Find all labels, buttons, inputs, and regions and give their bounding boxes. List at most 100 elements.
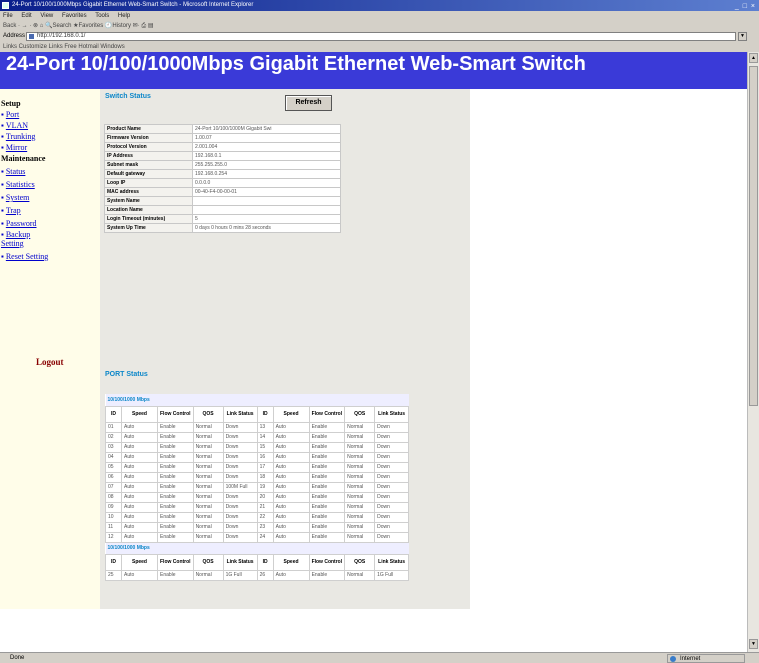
port-cell: 13	[256, 421, 274, 433]
port-cell: 11	[105, 521, 122, 533]
info-key: Default gateway	[104, 169, 193, 179]
info-row: MAC address 00-40-F4-00-00-01	[104, 187, 341, 197]
port-header-cell: Speed	[272, 405, 310, 423]
scrollbar-thumb[interactable]	[749, 66, 758, 406]
port-cell: Normal	[344, 471, 376, 483]
sidebar-item-backup-setting[interactable]: ▪ Backup Setting	[0, 230, 40, 248]
info-key: System Up Time	[104, 223, 193, 233]
menu-favorites[interactable]: Favorites	[62, 13, 87, 19]
address-dropdown-icon[interactable]: ▼	[738, 32, 747, 41]
port-cell: Auto	[121, 531, 158, 543]
menu-edit[interactable]: Edit	[21, 13, 31, 19]
menu-tools[interactable]: Tools	[95, 13, 109, 19]
port-cell: Normal	[344, 431, 376, 443]
port-cell: Auto	[272, 441, 310, 453]
scroll-up-icon[interactable]: ▲	[749, 53, 758, 63]
info-value: 0.0.0.0	[192, 178, 341, 188]
port-cell: Enable	[157, 501, 194, 513]
port-cell: Auto	[272, 481, 310, 493]
port-cell: 12	[105, 531, 122, 543]
sidebar-item-trunking[interactable]: ▪ Trunking	[0, 132, 100, 141]
port-header-cell: Speed	[272, 553, 310, 571]
menu-file[interactable]: File	[3, 13, 13, 19]
sidebar-item-status[interactable]: ▪ Status	[0, 167, 100, 176]
port-cell: 04	[105, 451, 122, 463]
port-cell: Auto	[121, 441, 158, 453]
port-cell: Normal	[192, 461, 224, 473]
port-header-row: ID Speed Flow Control QOS Link Status ID Speed…	[105, 405, 410, 423]
port-cell: Down	[222, 471, 258, 483]
port-cell: Enable	[308, 531, 346, 543]
table-row: 03 Auto Enable Normal Down 15 Auto Enable Normal…	[105, 441, 410, 453]
table-row: 10 Auto Enable Normal Down 22 Auto Enable Normal…	[105, 511, 410, 523]
port-cell: Auto	[121, 511, 158, 523]
menu-help[interactable]: Help	[118, 13, 130, 19]
port-cell: Down	[222, 461, 258, 473]
info-row: Firmware Version 1.00.07	[104, 133, 341, 143]
port-cell: Enable	[308, 471, 346, 483]
status-text: Done	[10, 655, 25, 661]
port-cell: Auto	[121, 421, 158, 433]
port-cell: Enable	[157, 421, 194, 433]
port-cell: Auto	[272, 491, 310, 503]
switch-info-table: Product Name 24-Port 10/100/1000M Gigabit…	[104, 124, 341, 233]
refresh-button[interactable]: Refresh	[285, 95, 332, 111]
port-cell: Down	[374, 481, 410, 493]
info-row: System Up Time 0 days 0 hours 0 mins 28 s…	[104, 223, 341, 233]
sidebar-item-port[interactable]: ▪ Port	[0, 110, 100, 119]
address-input[interactable]: http://192.168.0.1/	[26, 32, 736, 41]
port-cell: Auto	[272, 461, 310, 473]
window-title: 24-Port 10/100/1000Mbps Gigabit Ethernet…	[12, 2, 254, 8]
sidebar-item-vlan[interactable]: ▪ VLAN	[0, 121, 100, 130]
port-cell: Normal	[192, 441, 224, 453]
logout-link[interactable]: Logout	[36, 357, 64, 367]
table-row: 01 Auto Enable Normal Down 13 Auto Enable Normal…	[105, 421, 410, 433]
port-cell: Normal	[192, 531, 224, 543]
info-row: System Name	[104, 196, 341, 206]
sidebar-item-password[interactable]: ▪ Password	[0, 219, 100, 228]
port-group-label: 10/100/1000 Mbps	[105, 542, 409, 554]
sidebar-item-statistics[interactable]: ▪ Statistics	[0, 180, 100, 189]
port-cell: 22	[256, 511, 274, 523]
port-header-cell: Link Status	[374, 405, 410, 423]
port-cell: 03	[105, 441, 122, 453]
ie-icon	[2, 2, 9, 9]
window-title-bar: 24-Port 10/100/1000Mbps Gigabit Ethernet…	[0, 0, 759, 11]
info-value: 255.255.255.0	[192, 160, 341, 170]
port-cell: 14	[256, 431, 274, 443]
links-bar[interactable]: Links Customize Links Free Hotmail Windo…	[0, 42, 759, 52]
port-cell: Auto	[121, 521, 158, 533]
port-header-cell: ID	[256, 405, 274, 423]
port-status-heading: PORT Status	[105, 371, 148, 378]
port-cell: Normal	[192, 569, 224, 581]
port-group-row: 10/100/1000 Mbps	[105, 394, 409, 406]
port-cell: 23	[256, 521, 274, 533]
port-cell: Down	[222, 421, 258, 433]
port-group-row: 10/100/1000 Mbps	[105, 542, 409, 554]
standard-buttons[interactable]: Back · → · ⊗ ⌂ 🔍Search ★Favorites 🕘Histo…	[0, 21, 759, 31]
port-cell: Down	[222, 441, 258, 453]
port-cell: 25	[105, 569, 122, 581]
port-cell: Enable	[308, 451, 346, 463]
info-row: Loop IP 0.0.0.0	[104, 178, 341, 188]
menu-view[interactable]: View	[40, 13, 53, 19]
sidebar-item-system[interactable]: ▪ System	[0, 193, 100, 202]
table-row: 08 Auto Enable Normal Down 20 Auto Enable Normal…	[105, 491, 410, 503]
sidebar-item-reset-setting[interactable]: ▪ Reset Setting	[0, 252, 100, 261]
port-cell: Down	[374, 521, 410, 533]
port-cell: 18	[256, 471, 274, 483]
port-cell: Normal	[192, 421, 224, 433]
browser-toolbars: File Edit View Favorites Tools Help Back…	[0, 11, 759, 52]
table-row: 12 Auto Enable Normal Down 24 Auto Enable Normal…	[105, 531, 410, 543]
port-cell: Auto	[121, 431, 158, 443]
port-cell: Normal	[192, 481, 224, 493]
window-controls[interactable]: _ □ ×	[735, 1, 756, 11]
sidebar-item-trap[interactable]: ▪ Trap	[0, 206, 100, 215]
port-cell: 100M Full	[222, 481, 258, 493]
info-value	[192, 196, 341, 206]
port-cell: Auto	[272, 501, 310, 513]
port-cell: Normal	[344, 441, 376, 453]
vertical-scrollbar[interactable]: ▲ ▼	[747, 52, 759, 652]
sidebar-item-mirror[interactable]: ▪ Mirror	[0, 143, 100, 152]
scroll-down-icon[interactable]: ▼	[749, 639, 758, 649]
